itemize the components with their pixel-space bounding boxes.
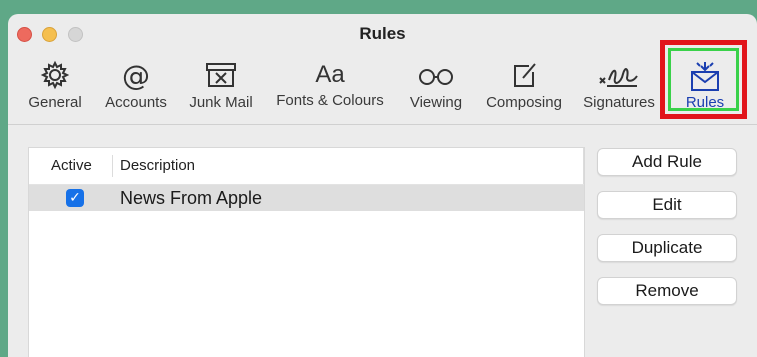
signature-icon <box>580 60 658 92</box>
table-row[interactable]: ✓ News From Apple <box>29 185 584 211</box>
gear-icon <box>17 60 93 92</box>
rule-description: News From Apple <box>120 188 263 208</box>
edit-button[interactable]: Edit <box>597 191 737 219</box>
tab-general-label: General <box>28 94 82 111</box>
header-edge-separator <box>583 148 584 184</box>
tab-general[interactable]: General <box>17 58 93 120</box>
column-separator <box>112 155 113 177</box>
window-title: Rules <box>359 24 406 43</box>
tab-junk-mail[interactable]: Junk Mail <box>184 58 258 120</box>
tab-junk-mail-label: Junk Mail <box>189 94 253 111</box>
compose-icon <box>480 60 568 92</box>
junk-tray-icon <box>184 60 258 92</box>
at-sign-icon: @ <box>100 60 172 92</box>
svg-text:@: @ <box>122 60 150 90</box>
preferences-toolbar: General @ Accounts Junk Mail Aa Fonts & … <box>8 54 757 124</box>
glasses-icon <box>403 60 469 92</box>
tab-signatures-label: Signatures <box>583 94 655 111</box>
column-header-description[interactable]: Description <box>120 157 195 174</box>
tab-rules-label: Rules <box>685 94 725 111</box>
rule-active-checkbox[interactable]: ✓ <box>66 189 84 207</box>
tab-accounts[interactable]: @ Accounts <box>100 58 172 120</box>
tab-viewing-label: Viewing <box>409 94 463 111</box>
tab-rules[interactable]: Rules <box>669 58 741 120</box>
fonts-icon: Aa <box>270 58 390 90</box>
tab-composing-label: Composing <box>486 94 562 111</box>
fonts-glyph: Aa <box>315 61 345 88</box>
preferences-window: Rules General @ Accounts Junk Mail Aa Fo… <box>8 14 757 357</box>
rules-table: Active Description ✓ News From Apple <box>28 147 585 357</box>
column-header-active[interactable]: Active <box>51 157 92 174</box>
rules-envelope-icon <box>669 60 741 92</box>
toolbar-divider <box>8 124 757 125</box>
tab-composing[interactable]: Composing <box>480 58 568 120</box>
title-bar: Rules <box>8 14 757 54</box>
remove-button[interactable]: Remove <box>597 277 737 305</box>
add-rule-button[interactable]: Add Rule <box>597 148 737 176</box>
tab-accounts-label: Accounts <box>105 94 167 111</box>
tab-fonts-colours-label: Fonts & Colours <box>276 92 384 109</box>
table-header: Active Description <box>29 148 584 185</box>
tab-fonts-colours[interactable]: Aa Fonts & Colours <box>270 58 390 120</box>
duplicate-button[interactable]: Duplicate <box>597 234 737 262</box>
tab-viewing[interactable]: Viewing <box>403 58 469 120</box>
tab-signatures[interactable]: Signatures <box>580 58 658 120</box>
